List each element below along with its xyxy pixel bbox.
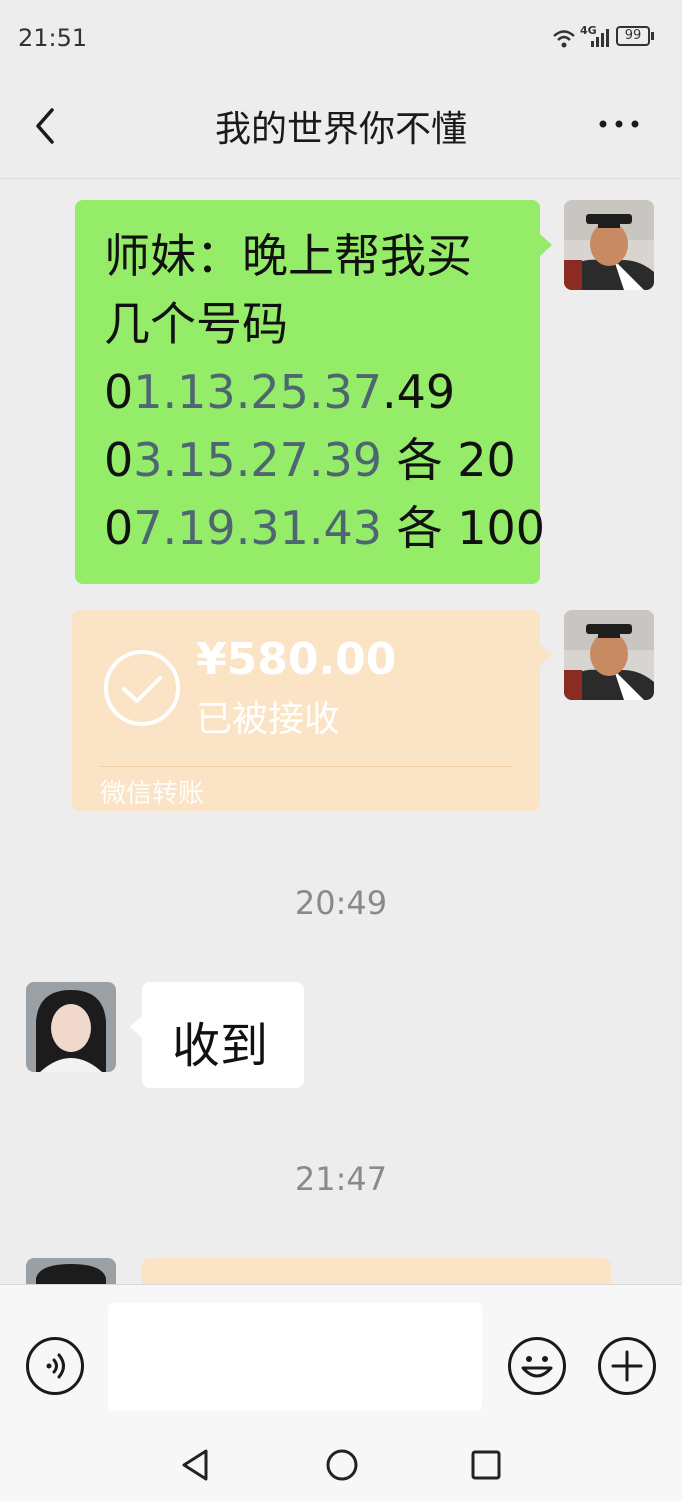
bubble-tail [540,644,552,666]
message-line: 几个号码 [104,297,288,351]
status-bar: 21:51 4G 99 [0,0,682,76]
number-prefix: 0 [104,433,134,487]
more-functions-button[interactable] [598,1337,656,1395]
received-message-text: 收到 [172,1018,269,1074]
square-recents-icon [471,1450,501,1480]
my-avatar[interactable] [564,200,654,290]
avatar-photo [564,610,654,700]
transfer-card[interactable]: ¥580.00 已被接收 微信转账 [72,610,540,811]
battery-icon: 99 [616,26,650,46]
contact-avatar[interactable] [26,1258,116,1284]
chat-title: 我的世界你不懂 [214,109,467,150]
timestamp: 21:47 [294,1160,388,1198]
bubble-tail [130,1016,142,1038]
bubble-tail [540,234,552,256]
avatar-photo [26,1258,116,1284]
sent-message-text: 师妹：晚上帮我买 几个号码 01.13.25.37.49 03.15.27.39… [104,222,545,562]
number-suffix: 各 20 [382,433,516,487]
wifi-icon [553,30,575,48]
number-line: 07.19.31.43 各 100 [104,494,545,562]
number-sequence: 3.15.27.39 [133,433,383,487]
number-prefix: 0 [104,501,134,555]
triangle-back-icon [182,1449,208,1481]
transfer-status: 已被接收 [196,699,341,740]
signal-icon [591,29,609,47]
system-recents-button[interactable] [466,1445,506,1485]
contact-avatar[interactable] [26,982,116,1072]
emoji-button[interactable] [508,1337,566,1395]
received-transfer-card[interactable] [142,1258,611,1284]
timestamp: 20:49 [294,884,388,922]
input-bar [0,1284,682,1501]
number-sequence: 1.13.25.37 [133,365,383,419]
message-input[interactable] [108,1303,482,1411]
voice-icon [46,1353,65,1379]
emoji-icon [521,1356,553,1378]
number-sequence: 7.19.31.43 [133,501,383,555]
transfer-amount: ¥580.00 [196,634,397,685]
plus-icon [611,1350,643,1382]
battery-level: 99 [624,28,642,43]
number-suffix: .49 [382,365,456,419]
divider [100,766,512,767]
received-message-bubble[interactable]: 收到 [142,982,304,1088]
system-home-button[interactable] [322,1445,362,1485]
check-circle-icon [104,650,180,726]
circle-home-icon [326,1449,358,1481]
avatar-photo [26,982,116,1072]
my-avatar[interactable] [564,610,654,700]
number-line: 03.15.27.39 各 20 [104,426,524,494]
more-icon [599,120,639,128]
number-line: 01.13.25.37.49 [104,358,524,426]
voice-button[interactable] [26,1337,84,1395]
avatar-photo [564,200,654,290]
number-suffix: 各 100 [382,501,546,555]
chat-header: 我的世界你不懂 [0,76,682,179]
system-back-button[interactable] [176,1445,216,1485]
more-options-button[interactable] [584,100,654,150]
status-time: 21:51 [18,24,88,52]
battery-tip [651,32,654,40]
message-line: 师妹：晚上帮我买 [104,229,472,283]
status-icons: 4G 99 [552,24,662,52]
transfer-label: 微信转账 [100,779,205,809]
number-prefix: 0 [104,365,134,419]
